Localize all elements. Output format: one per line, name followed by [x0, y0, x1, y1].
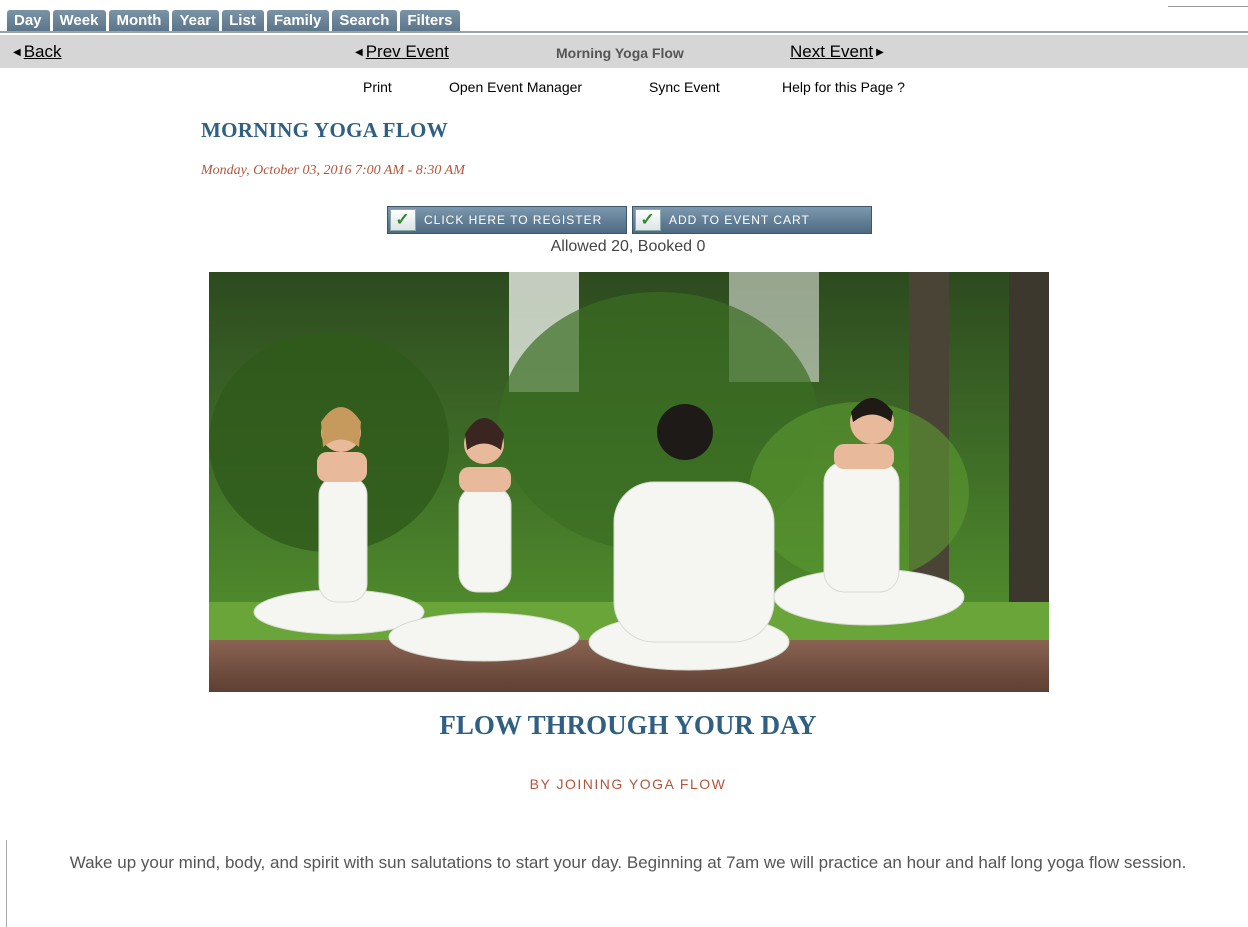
- content-subheading: BY JOINING YOGA FLOW: [529, 776, 727, 792]
- triangle-right-icon: ▶: [876, 47, 884, 58]
- event-datetime: Monday, October 03, 2016 7:00 AM - 8:30 …: [201, 163, 465, 178]
- tab-day[interactable]: Day: [7, 10, 50, 31]
- divider: [6, 840, 7, 927]
- event-title: MORNING YOGA FLOW: [201, 118, 448, 142]
- register-button-label: CLICK HERE TO REGISTER: [424, 213, 603, 227]
- tab-list[interactable]: List: [222, 10, 264, 31]
- tab-family[interactable]: Family: [266, 10, 330, 31]
- help-link[interactable]: Help for this Page ?: [782, 79, 905, 95]
- prev-event-nav: ◀ Prev Event: [355, 42, 449, 62]
- next-event-link[interactable]: Next Event: [790, 42, 873, 61]
- current-event-label: Morning Yoga Flow: [556, 45, 684, 61]
- capacity-text: Allowed 20, Booked 0: [550, 238, 706, 255]
- register-button[interactable]: ✓ CLICK HERE TO REGISTER: [387, 206, 627, 234]
- print-link[interactable]: Print: [363, 79, 392, 95]
- content-heading: FLOW THROUGH YOUR DAY: [439, 710, 817, 740]
- add-to-cart-label: ADD TO EVENT CART: [669, 213, 810, 227]
- prev-event-link[interactable]: Prev Event: [366, 42, 449, 61]
- triangle-left-icon: ◀: [355, 47, 363, 58]
- event-description: Wake up your mind, body, and spirit with…: [69, 853, 1187, 872]
- tab-search[interactable]: Search: [332, 10, 398, 31]
- event-nav-bar: ◀ Back ◀ Prev Event Morning Yoga Flow Next…: [0, 35, 1248, 68]
- next-event-nav: Next Event ▶: [790, 42, 884, 62]
- tab-month[interactable]: Month: [109, 10, 170, 31]
- open-event-manager-link[interactable]: Open Event Manager: [449, 79, 582, 95]
- event-photo: [209, 272, 1049, 692]
- divider: [1168, 6, 1248, 7]
- tab-week[interactable]: Week: [52, 10, 107, 31]
- tab-filters[interactable]: Filters: [400, 10, 461, 31]
- tab-year[interactable]: Year: [172, 10, 220, 31]
- back-nav: ◀ Back: [13, 42, 62, 62]
- checkmark-icon: ✓: [390, 209, 416, 231]
- back-link[interactable]: Back: [24, 42, 62, 61]
- triangle-left-icon: ◀: [13, 47, 21, 58]
- view-tabs: Day Week Month Year List Family Search F…: [7, 10, 461, 31]
- yoga-group-image: [209, 272, 1049, 692]
- checkmark-icon: ✓: [635, 209, 661, 231]
- add-to-cart-button[interactable]: ✓ ADD TO EVENT CART: [632, 206, 872, 234]
- sync-event-link[interactable]: Sync Event: [649, 79, 720, 95]
- view-tab-bar: Day Week Month Year List Family Search F…: [0, 0, 1248, 33]
